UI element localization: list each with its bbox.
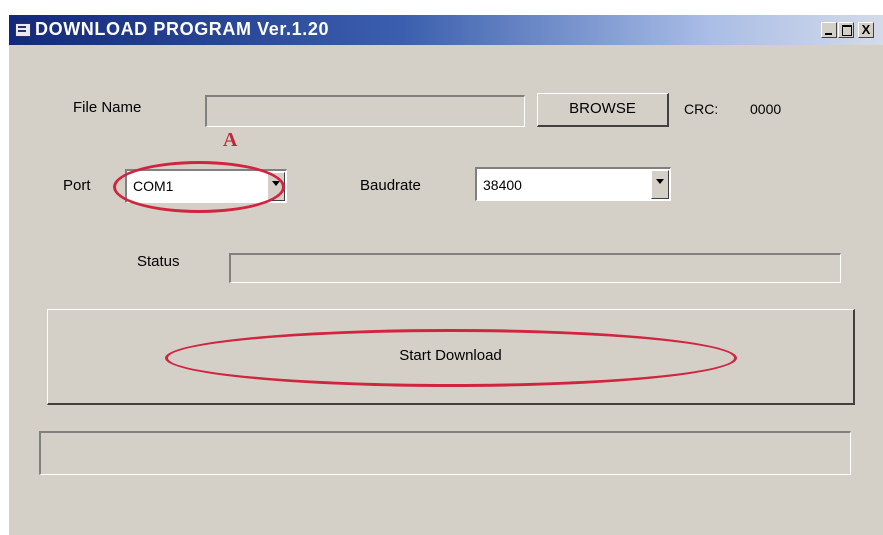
download-program-window: DOWNLOAD PROGRAM Ver.1.20 X File Name BR… [8, 14, 883, 535]
app-icon[interactable] [15, 23, 31, 37]
port-label: Port [63, 177, 91, 194]
window-title: DOWNLOAD PROGRAM Ver.1.20 [35, 19, 330, 39]
callout-ellipse-port [113, 161, 285, 213]
callout-letter-a: A [223, 129, 238, 151]
title-bar[interactable]: DOWNLOAD PROGRAM Ver.1.20 X [9, 15, 883, 45]
browse-button-label: BROWSE [569, 100, 636, 117]
maximize-button[interactable] [838, 22, 854, 38]
close-button[interactable]: X [858, 22, 874, 38]
baudrate-select[interactable]: 38400 [475, 167, 671, 201]
status-field [229, 253, 841, 283]
status-label: Status [137, 253, 180, 270]
crc-label: CRC: [684, 101, 719, 117]
file-name-label: File Name [73, 99, 142, 116]
crc-value: 0000 [750, 101, 782, 117]
minimize-button[interactable] [821, 22, 837, 38]
browse-button[interactable]: BROWSE [537, 93, 669, 127]
baudrate-select-value: 38400 [483, 177, 522, 193]
baudrate-label: Baudrate [360, 177, 421, 194]
progress-bar [39, 431, 851, 475]
file-name-field[interactable] [205, 95, 525, 127]
baudrate-dropdown-arrow-icon[interactable] [651, 170, 669, 199]
callout-ellipse-start [165, 329, 737, 387]
